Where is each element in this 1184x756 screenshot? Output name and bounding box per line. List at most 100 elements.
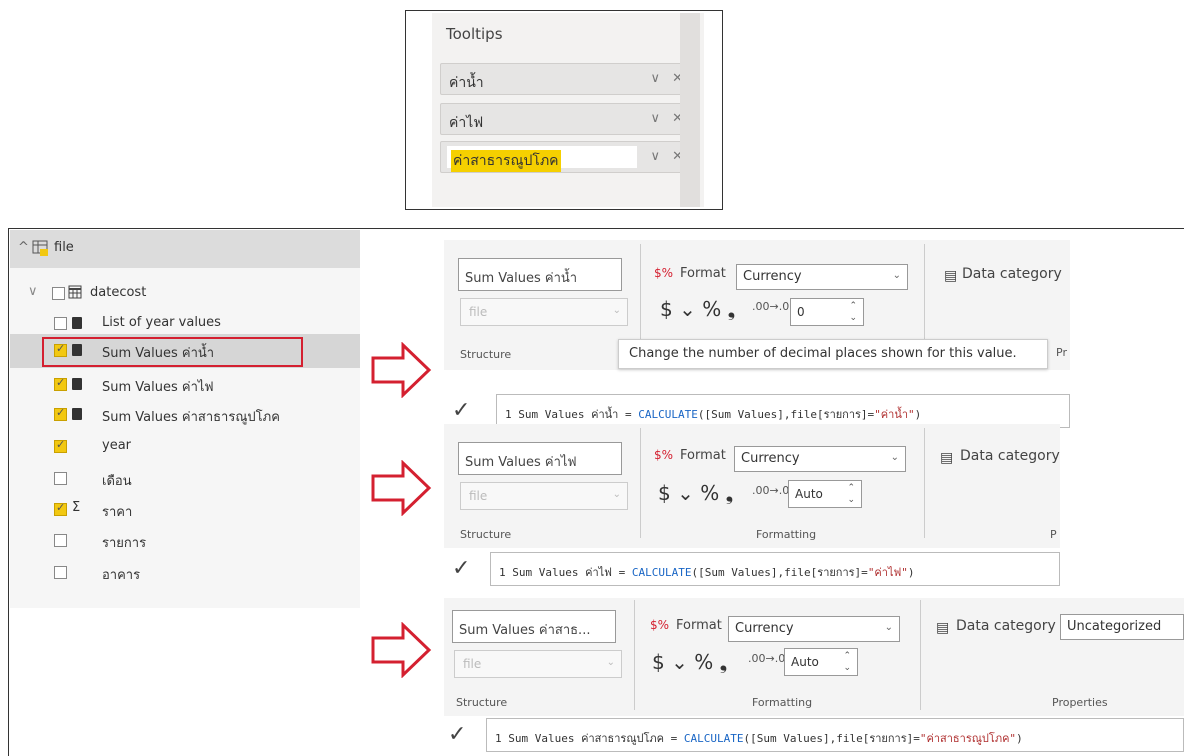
function: CALCULATE bbox=[638, 408, 698, 421]
decimal-places-icon[interactable]: .00→.0 bbox=[748, 652, 785, 665]
table-header[interactable]: ^ file bbox=[10, 230, 360, 268]
spinner-arrows-icon[interactable]: ⌃ ⌄ bbox=[847, 482, 855, 506]
formula-bar[interactable]: 1 Sum Values ค่าสาธารณูปโภค = CALCULATE(… bbox=[486, 718, 1184, 752]
collapse-chevron-icon[interactable]: ^ bbox=[18, 240, 29, 255]
tooltip-field-1[interactable]: ค่าน้ำ ∨ ✕ bbox=[440, 63, 698, 95]
home-table-select[interactable]: file ⌄ bbox=[460, 298, 628, 326]
string-literal: "ค่าสาธารณูปโภค" bbox=[919, 732, 1017, 745]
equals: = bbox=[664, 732, 684, 745]
decimal-places-icon[interactable]: .00→.0 bbox=[752, 300, 789, 313]
currency-percent-comma-buttons[interactable]: $ ⌄ % ❟ bbox=[660, 297, 735, 321]
divider bbox=[640, 244, 641, 354]
decimals-spinner[interactable]: 0 ⌃ ⌄ bbox=[790, 298, 864, 326]
measure-name-input[interactable]: Sum Values ค่าน้ำ bbox=[458, 258, 622, 291]
equals: = bbox=[618, 408, 639, 421]
format-value: Currency bbox=[741, 451, 800, 466]
tooltip-field-label: ค่าไฟ bbox=[449, 115, 484, 131]
measure-name: Sum Values ค่าสาธารณูปโภค bbox=[508, 732, 665, 745]
chevron-down-icon: ⌄ bbox=[612, 489, 621, 500]
line-number: 1 bbox=[505, 408, 512, 421]
equals: = bbox=[611, 566, 632, 579]
field-year[interactable]: year bbox=[102, 438, 131, 453]
tooltip-field-2[interactable]: ค่าไฟ ∨ ✕ bbox=[440, 103, 698, 135]
chevron-down-icon: ⌄ bbox=[606, 657, 615, 668]
format-value: Currency bbox=[735, 621, 794, 636]
tooltip-field-label: ค่าสาธารณูปโภค bbox=[451, 150, 561, 172]
checkbox[interactable] bbox=[54, 376, 67, 391]
line-number: 1 bbox=[495, 732, 502, 745]
checkbox[interactable] bbox=[54, 501, 67, 516]
formula-bar[interactable]: 1 Sum Values ค่าน้ำ = CALCULATE([Sum Val… bbox=[496, 394, 1070, 428]
spinner-arrows-icon[interactable]: ⌃ ⌄ bbox=[849, 300, 857, 324]
spinner-arrows-icon[interactable]: ⌃ ⌄ bbox=[843, 650, 851, 674]
decimals-spinner[interactable]: Auto ⌃ ⌄ bbox=[788, 480, 862, 508]
formula-bar[interactable]: 1 Sum Values ค่าไฟ = CALCULATE([Sum Valu… bbox=[490, 552, 1060, 586]
format-icon: $% bbox=[650, 618, 670, 632]
data-category-icon: ▤ bbox=[940, 450, 954, 466]
data-category-label: Data category bbox=[956, 618, 1056, 634]
chevron-down-icon: ⌄ bbox=[884, 622, 893, 633]
divider bbox=[924, 244, 925, 354]
scrollbar[interactable] bbox=[680, 13, 700, 207]
format-select[interactable]: Currency ⌄ bbox=[736, 264, 908, 290]
format-select[interactable]: Currency ⌄ bbox=[734, 446, 906, 472]
format-label: Format bbox=[676, 618, 722, 633]
table-name: file bbox=[54, 240, 74, 255]
checkbox[interactable] bbox=[54, 317, 67, 330]
field-price[interactable]: ราคา bbox=[102, 501, 132, 522]
checkbox[interactable] bbox=[54, 534, 67, 547]
tooltips-panel: Tooltips ค่าน้ำ ∨ ✕ ค่าไฟ ∨ ✕ ค่าสาธารณู… bbox=[405, 10, 723, 210]
home-table-select[interactable]: file ⌄ bbox=[460, 482, 628, 510]
data-category-label: Data category bbox=[960, 448, 1060, 464]
field-building[interactable]: อาคาร bbox=[102, 564, 140, 585]
measure-name: Sum Values ค่าไฟ bbox=[512, 566, 612, 579]
section-properties: Properties bbox=[1052, 696, 1108, 709]
decimals-value: Auto bbox=[795, 487, 823, 501]
divider bbox=[634, 600, 635, 710]
field-sum-values-electric[interactable]: Sum Values ค่าไฟ bbox=[102, 376, 214, 397]
field-list-of-year-values[interactable]: List of year values bbox=[102, 315, 221, 330]
section-structure: Structure bbox=[456, 696, 508, 709]
field-datecost[interactable]: datecost bbox=[90, 285, 146, 300]
tooltip-field-3[interactable]: ค่าสาธารณูปโภค ∨ ✕ bbox=[440, 141, 698, 173]
currency-percent-comma-buttons[interactable]: $ ⌄ % ❟ bbox=[658, 481, 733, 505]
commit-check-icon[interactable]: ✓ bbox=[448, 722, 466, 747]
close-paren: ) bbox=[914, 408, 922, 421]
close-paren: ) bbox=[1016, 732, 1023, 745]
format-select[interactable]: Currency ⌄ bbox=[728, 616, 900, 642]
divider bbox=[924, 428, 925, 538]
field-month[interactable]: เดือน bbox=[102, 470, 132, 491]
home-table-value: file bbox=[463, 657, 482, 671]
commit-check-icon[interactable]: ✓ bbox=[452, 556, 470, 581]
arrow-right-icon bbox=[371, 460, 432, 516]
checkbox[interactable] bbox=[52, 287, 65, 300]
checkbox[interactable] bbox=[54, 406, 67, 421]
field-item[interactable]: รายการ bbox=[102, 532, 146, 553]
decimals-spinner[interactable]: Auto ⌃ ⌄ bbox=[784, 648, 858, 676]
measure-name-input[interactable]: Sum Values ค่าไฟ bbox=[458, 442, 622, 475]
checkbox[interactable] bbox=[54, 566, 67, 579]
format-label: Format bbox=[680, 448, 726, 463]
commit-check-icon[interactable]: ✓ bbox=[452, 398, 470, 423]
format-icon: $% bbox=[654, 448, 674, 462]
decimal-places-icon[interactable]: .00→.0 bbox=[752, 484, 789, 497]
checkbox[interactable] bbox=[54, 472, 67, 485]
data-category-select[interactable]: Uncategorized bbox=[1060, 614, 1184, 640]
collapse-chevron-icon[interactable]: ∨ bbox=[28, 284, 38, 299]
data-category-icon: ▤ bbox=[944, 268, 958, 284]
checkbox[interactable] bbox=[54, 438, 67, 453]
section-formatting: Formatting bbox=[752, 696, 813, 709]
data-category-value: Uncategorized bbox=[1067, 619, 1162, 634]
chevron-down-icon: ⌄ bbox=[892, 270, 901, 281]
home-table-select[interactable]: file ⌄ bbox=[454, 650, 622, 678]
function: CALCULATE bbox=[631, 566, 692, 579]
divider bbox=[920, 600, 921, 710]
measure-name: Sum Values ค่าน้ำ bbox=[518, 408, 619, 421]
tooltip: Change the number of decimal places show… bbox=[618, 339, 1048, 369]
line-number: 1 bbox=[499, 566, 506, 579]
currency-percent-comma-buttons[interactable]: $ ⌄ % ❟ bbox=[652, 650, 727, 674]
chevron-down-icon: ⌄ bbox=[890, 452, 899, 463]
field-sum-values-utilities[interactable]: Sum Values ค่าสาธารณูปโภค bbox=[102, 406, 280, 427]
calculator-icon bbox=[72, 378, 82, 390]
measure-name-input[interactable]: Sum Values ค่าสาธ... bbox=[452, 610, 616, 643]
